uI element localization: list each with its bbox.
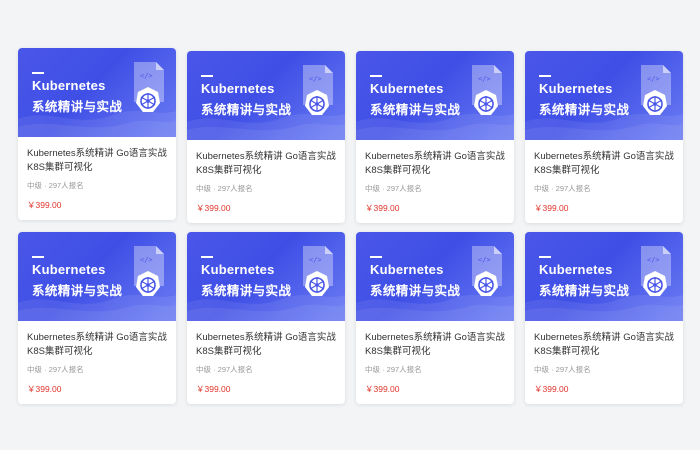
svg-text:</>: </> (478, 256, 491, 264)
course-card[interactable]: Kubernetes 系统精讲与实战 </> Kubernetes系统精讲 Go… (356, 51, 514, 223)
banner-title: Kubernetes (539, 81, 613, 96)
banner-title: Kubernetes (539, 262, 613, 277)
kubernetes-document-icon: </> (641, 246, 671, 296)
svg-text:</>: </> (140, 256, 153, 264)
course-card[interactable]: Kubernetes 系统精讲与实战 </> Kubernetes系统精讲 Go… (18, 48, 176, 220)
banner-subtitle: 系统精讲与实战 (370, 284, 461, 298)
kubernetes-document-icon: </> (303, 65, 333, 115)
kubernetes-document-icon: </> (134, 62, 164, 112)
banner-subtitle: 系统精讲与实战 (539, 103, 630, 117)
kubernetes-document-icon: </> (134, 246, 164, 296)
course-price: ￥399.00 (196, 203, 231, 213)
course-price: ￥399.00 (534, 384, 569, 394)
course-title[interactable]: Kubernetes系统精讲 Go语言实战K8S集群可视化 (196, 331, 336, 359)
banner-subtitle: 系统精讲与实战 (370, 103, 461, 117)
title-dash (539, 256, 551, 258)
course-card[interactable]: Kubernetes 系统精讲与实战 </> Kubernetes系统精讲 Go… (525, 51, 683, 223)
title-dash (370, 75, 382, 77)
banner-subtitle: 系统精讲与实战 (201, 103, 292, 117)
svg-text:</>: </> (309, 75, 322, 83)
banner-title: Kubernetes (370, 262, 444, 277)
course-price: ￥399.00 (196, 384, 231, 394)
course-meta: 中级 · 297人报名 (196, 184, 253, 193)
course-title[interactable]: Kubernetes系统精讲 Go语言实战K8S集群可视化 (365, 150, 505, 178)
title-dash (201, 75, 213, 77)
course-title[interactable]: Kubernetes系统精讲 Go语言实战K8S集群可视化 (27, 147, 167, 175)
course-meta: 中级 · 297人报名 (27, 181, 84, 190)
title-dash (32, 256, 44, 258)
banner-subtitle: 系统精讲与实战 (539, 284, 630, 298)
course-banner: Kubernetes 系统精讲与实战 </> (525, 51, 683, 140)
course-banner: Kubernetes 系统精讲与实战 </> (18, 48, 176, 137)
svg-text:</>: </> (309, 256, 322, 264)
course-title[interactable]: Kubernetes系统精讲 Go语言实战K8S集群可视化 (27, 331, 167, 359)
course-meta: 中级 · 297人报名 (534, 184, 591, 193)
course-price: ￥399.00 (365, 203, 400, 213)
banner-title: Kubernetes (201, 262, 275, 277)
kubernetes-document-icon: </> (472, 246, 502, 296)
course-grid: Kubernetes 系统精讲与实战 </> Kubernetes系统精讲 Go… (0, 0, 700, 450)
banner-title: Kubernetes (32, 262, 106, 277)
course-title[interactable]: Kubernetes系统精讲 Go语言实战K8S集群可视化 (365, 331, 505, 359)
title-dash (539, 75, 551, 77)
kubernetes-document-icon: </> (641, 65, 671, 115)
course-meta: 中级 · 297人报名 (534, 365, 591, 374)
course-meta: 中级 · 297人报名 (196, 365, 253, 374)
course-banner: Kubernetes 系统精讲与实战 </> (187, 51, 345, 140)
course-title[interactable]: Kubernetes系统精讲 Go语言实战K8S集群可视化 (196, 150, 336, 178)
course-price: ￥399.00 (534, 203, 569, 213)
course-price: ￥399.00 (365, 384, 400, 394)
course-price: ￥399.00 (27, 200, 62, 210)
course-price: ￥399.00 (27, 384, 62, 394)
svg-text:</>: </> (647, 75, 660, 83)
course-banner: Kubernetes 系统精讲与实战 </> (356, 232, 514, 321)
course-meta: 中级 · 297人报名 (27, 365, 84, 374)
course-banner: Kubernetes 系统精讲与实战 </> (18, 232, 176, 321)
course-title[interactable]: Kubernetes系统精讲 Go语言实战K8S集群可视化 (534, 150, 674, 178)
title-dash (32, 72, 44, 74)
course-title[interactable]: Kubernetes系统精讲 Go语言实战K8S集群可视化 (534, 331, 674, 359)
course-card[interactable]: Kubernetes 系统精讲与实战 </> Kubernetes系统精讲 Go… (525, 232, 683, 404)
course-meta: 中级 · 297人报名 (365, 184, 422, 193)
course-card[interactable]: Kubernetes 系统精讲与实战 </> Kubernetes系统精讲 Go… (187, 232, 345, 404)
course-banner: Kubernetes 系统精讲与实战 </> (356, 51, 514, 140)
kubernetes-document-icon: </> (303, 246, 333, 296)
banner-title: Kubernetes (32, 78, 106, 93)
course-card[interactable]: Kubernetes 系统精讲与实战 </> Kubernetes系统精讲 Go… (18, 232, 176, 404)
svg-text:</>: </> (478, 75, 491, 83)
svg-text:</>: </> (140, 72, 153, 80)
kubernetes-document-icon: </> (472, 65, 502, 115)
svg-text:</>: </> (647, 256, 660, 264)
banner-title: Kubernetes (370, 81, 444, 96)
course-card[interactable]: Kubernetes 系统精讲与实战 </> Kubernetes系统精讲 Go… (187, 51, 345, 223)
banner-subtitle: 系统精讲与实战 (32, 100, 123, 114)
course-banner: Kubernetes 系统精讲与实战 </> (525, 232, 683, 321)
course-meta: 中级 · 297人报名 (365, 365, 422, 374)
course-banner: Kubernetes 系统精讲与实战 </> (187, 232, 345, 321)
course-card[interactable]: Kubernetes 系统精讲与实战 </> Kubernetes系统精讲 Go… (356, 232, 514, 404)
banner-subtitle: 系统精讲与实战 (32, 284, 123, 298)
title-dash (201, 256, 213, 258)
banner-subtitle: 系统精讲与实战 (201, 284, 292, 298)
banner-title: Kubernetes (201, 81, 275, 96)
title-dash (370, 256, 382, 258)
